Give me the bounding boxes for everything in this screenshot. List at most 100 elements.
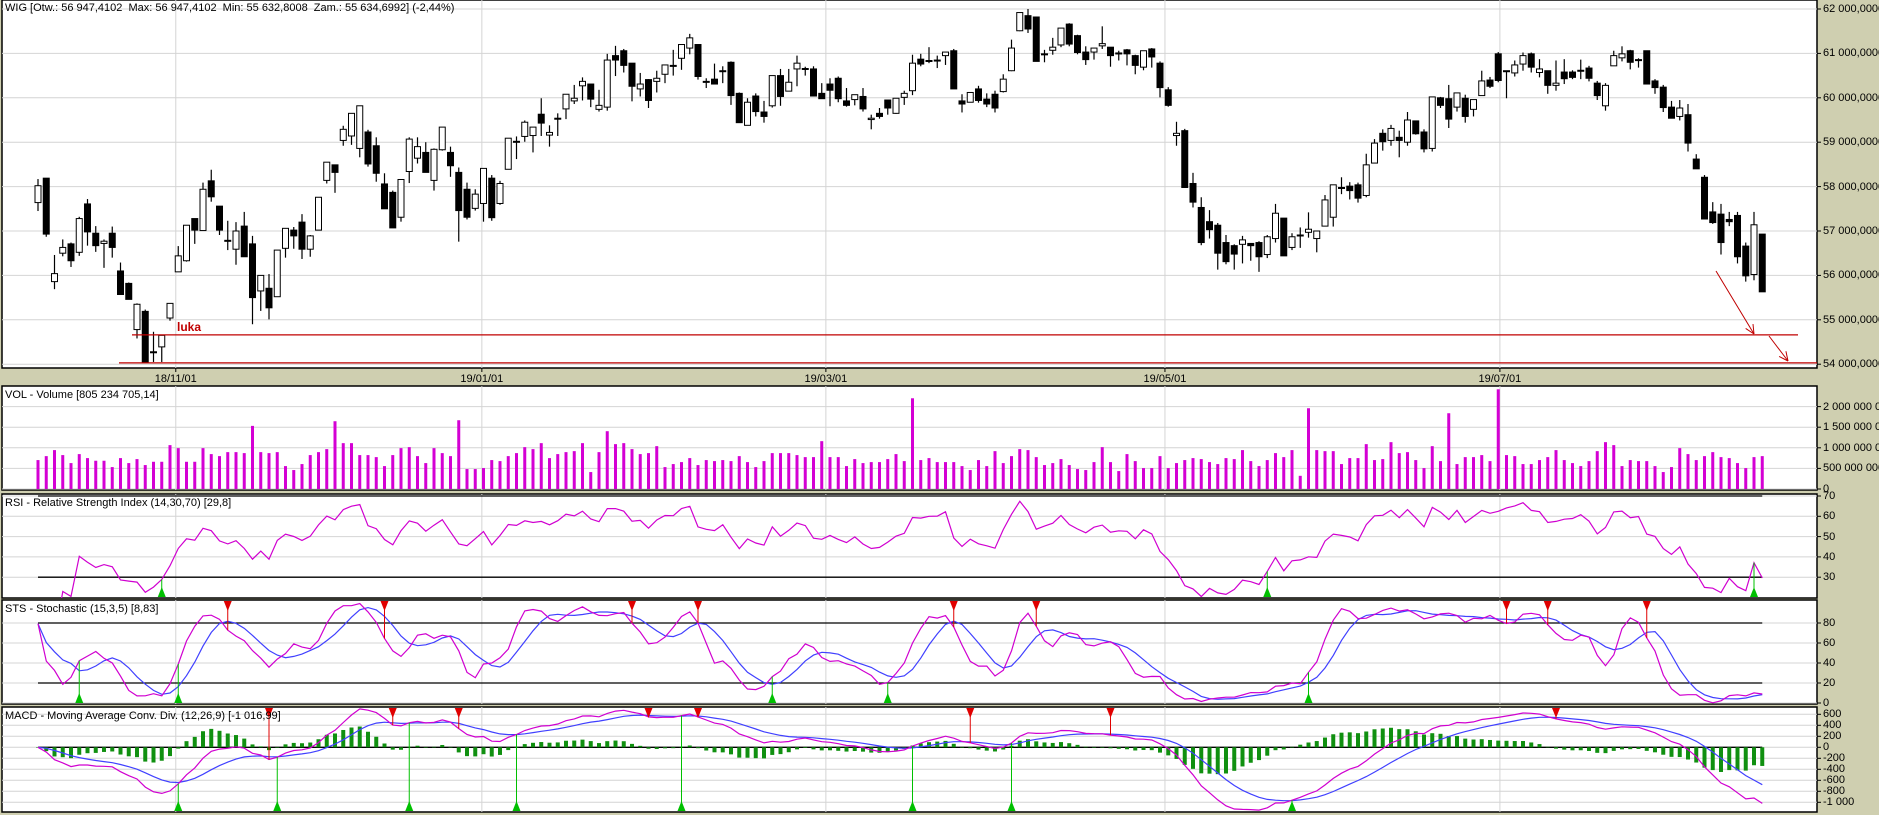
macd-histogram-bar [1463, 738, 1468, 748]
macd-histogram-bar [1446, 736, 1451, 748]
volume-bar [919, 460, 923, 489]
candle-body-down [1544, 70, 1552, 86]
macd-histogram-bar [1347, 732, 1352, 748]
volume-bar [1521, 464, 1525, 489]
macd-histogram-bar [630, 743, 634, 748]
candle-body-up [1305, 228, 1312, 233]
macd-histogram-bar [555, 742, 560, 748]
candle-body-up [273, 249, 281, 298]
candle-body-down [1280, 217, 1288, 257]
volume-bar [226, 452, 230, 489]
macd-histogram-bar [151, 747, 156, 763]
macd-histogram-bar [1380, 728, 1385, 748]
volume-bar [160, 461, 164, 489]
candle-body-up [1016, 12, 1024, 32]
candle-body-up [1321, 199, 1329, 227]
volume-bar [407, 447, 411, 489]
macd-histogram-bar [960, 747, 964, 748]
volume-bar [836, 457, 840, 489]
volume-bar [1265, 460, 1269, 489]
macd-histogram-bar [1182, 747, 1187, 765]
macd-histogram-bar [745, 747, 750, 758]
candle-body-up [75, 218, 83, 253]
volume-bar [1216, 464, 1220, 489]
volume-bar [292, 470, 296, 489]
candle-body-down [298, 221, 306, 250]
macd-histogram-bar [1364, 731, 1369, 748]
macd-histogram-bar [159, 747, 164, 761]
volume-bar [1373, 460, 1376, 489]
macd-histogram-bar [1488, 739, 1492, 748]
volume-bar [1463, 457, 1467, 489]
candle-body-down [67, 243, 75, 262]
volume-bar [1092, 462, 1096, 489]
candle-body-down [1635, 59, 1642, 62]
candle-body-down [1560, 71, 1568, 80]
macd-histogram-bar [580, 739, 585, 748]
candle-body-up [1478, 80, 1486, 97]
candle [1140, 50, 1147, 71]
macd-histogram-bar [1149, 747, 1154, 751]
candle [694, 44, 702, 80]
candle-body-up [1428, 96, 1436, 149]
candle-body-down [1725, 218, 1733, 223]
candle-body-up [480, 167, 487, 204]
gap-annotation-label: luka [177, 320, 202, 334]
vol-axis-label: 1 000 000 000 [1823, 441, 1879, 454]
volume-bar [36, 460, 40, 489]
volume-bar [1752, 457, 1756, 489]
macd-histogram-bar [415, 745, 420, 748]
volume-bar [1191, 458, 1195, 489]
volume-bar [1579, 466, 1583, 489]
volume-panel-header: VOL - Volume [805 234 705,14] [5, 389, 159, 401]
candle [389, 190, 397, 229]
candle [438, 126, 446, 151]
volume-bar [1397, 453, 1401, 489]
volume-bar [325, 449, 329, 489]
macd-histogram-bar [1644, 747, 1649, 751]
candle-body-down [216, 205, 223, 231]
macd-histogram-bar [737, 747, 742, 758]
candle-body-down [1461, 97, 1469, 117]
volume-bar [275, 452, 279, 489]
macd-histogram-bar [646, 747, 651, 749]
candle-body-down [331, 164, 339, 173]
volume-bar [77, 454, 81, 489]
volume-bar [1472, 457, 1475, 489]
candle-body-down [917, 58, 925, 65]
candle-body-down [975, 88, 982, 101]
macd-histogram-bar [522, 744, 527, 748]
candle-body-up [51, 273, 58, 283]
candle [42, 177, 50, 237]
candle-body-up [438, 126, 446, 151]
macd-histogram-bar [588, 741, 593, 748]
candle-body-up [1519, 55, 1527, 65]
candle [950, 48, 958, 90]
macd-histogram-bar [489, 747, 494, 757]
volume-bar [1703, 456, 1706, 489]
macd-histogram-bar [1108, 747, 1113, 749]
rsi-panel-header: RSI - Relative Strength Index (14,30,70)… [5, 497, 232, 509]
volume-bar [457, 420, 461, 489]
candle-body-up [59, 246, 67, 254]
volume-bar [168, 445, 172, 489]
candle-body-down [612, 55, 619, 61]
macd-histogram-bar [1298, 744, 1303, 748]
volume-bar [251, 425, 254, 489]
volume-bar [61, 455, 65, 489]
candle [75, 216, 83, 256]
candle-body-up [678, 44, 685, 59]
macd-histogram-bar [1397, 729, 1402, 748]
candle-body-down [537, 113, 545, 124]
volume-bar [531, 449, 535, 489]
volume-bar [1307, 408, 1310, 489]
macd-histogram-bar [613, 740, 618, 748]
candle-body-down [141, 310, 149, 364]
price-axis-label: 59 000,0000 [1823, 136, 1879, 149]
candle-body-up [158, 334, 166, 348]
macd-histogram-bar [844, 747, 849, 752]
candle-body-down [834, 77, 842, 100]
volume-bar [1686, 454, 1690, 489]
candle-body-up [529, 126, 537, 137]
candle-body-up [513, 140, 520, 143]
